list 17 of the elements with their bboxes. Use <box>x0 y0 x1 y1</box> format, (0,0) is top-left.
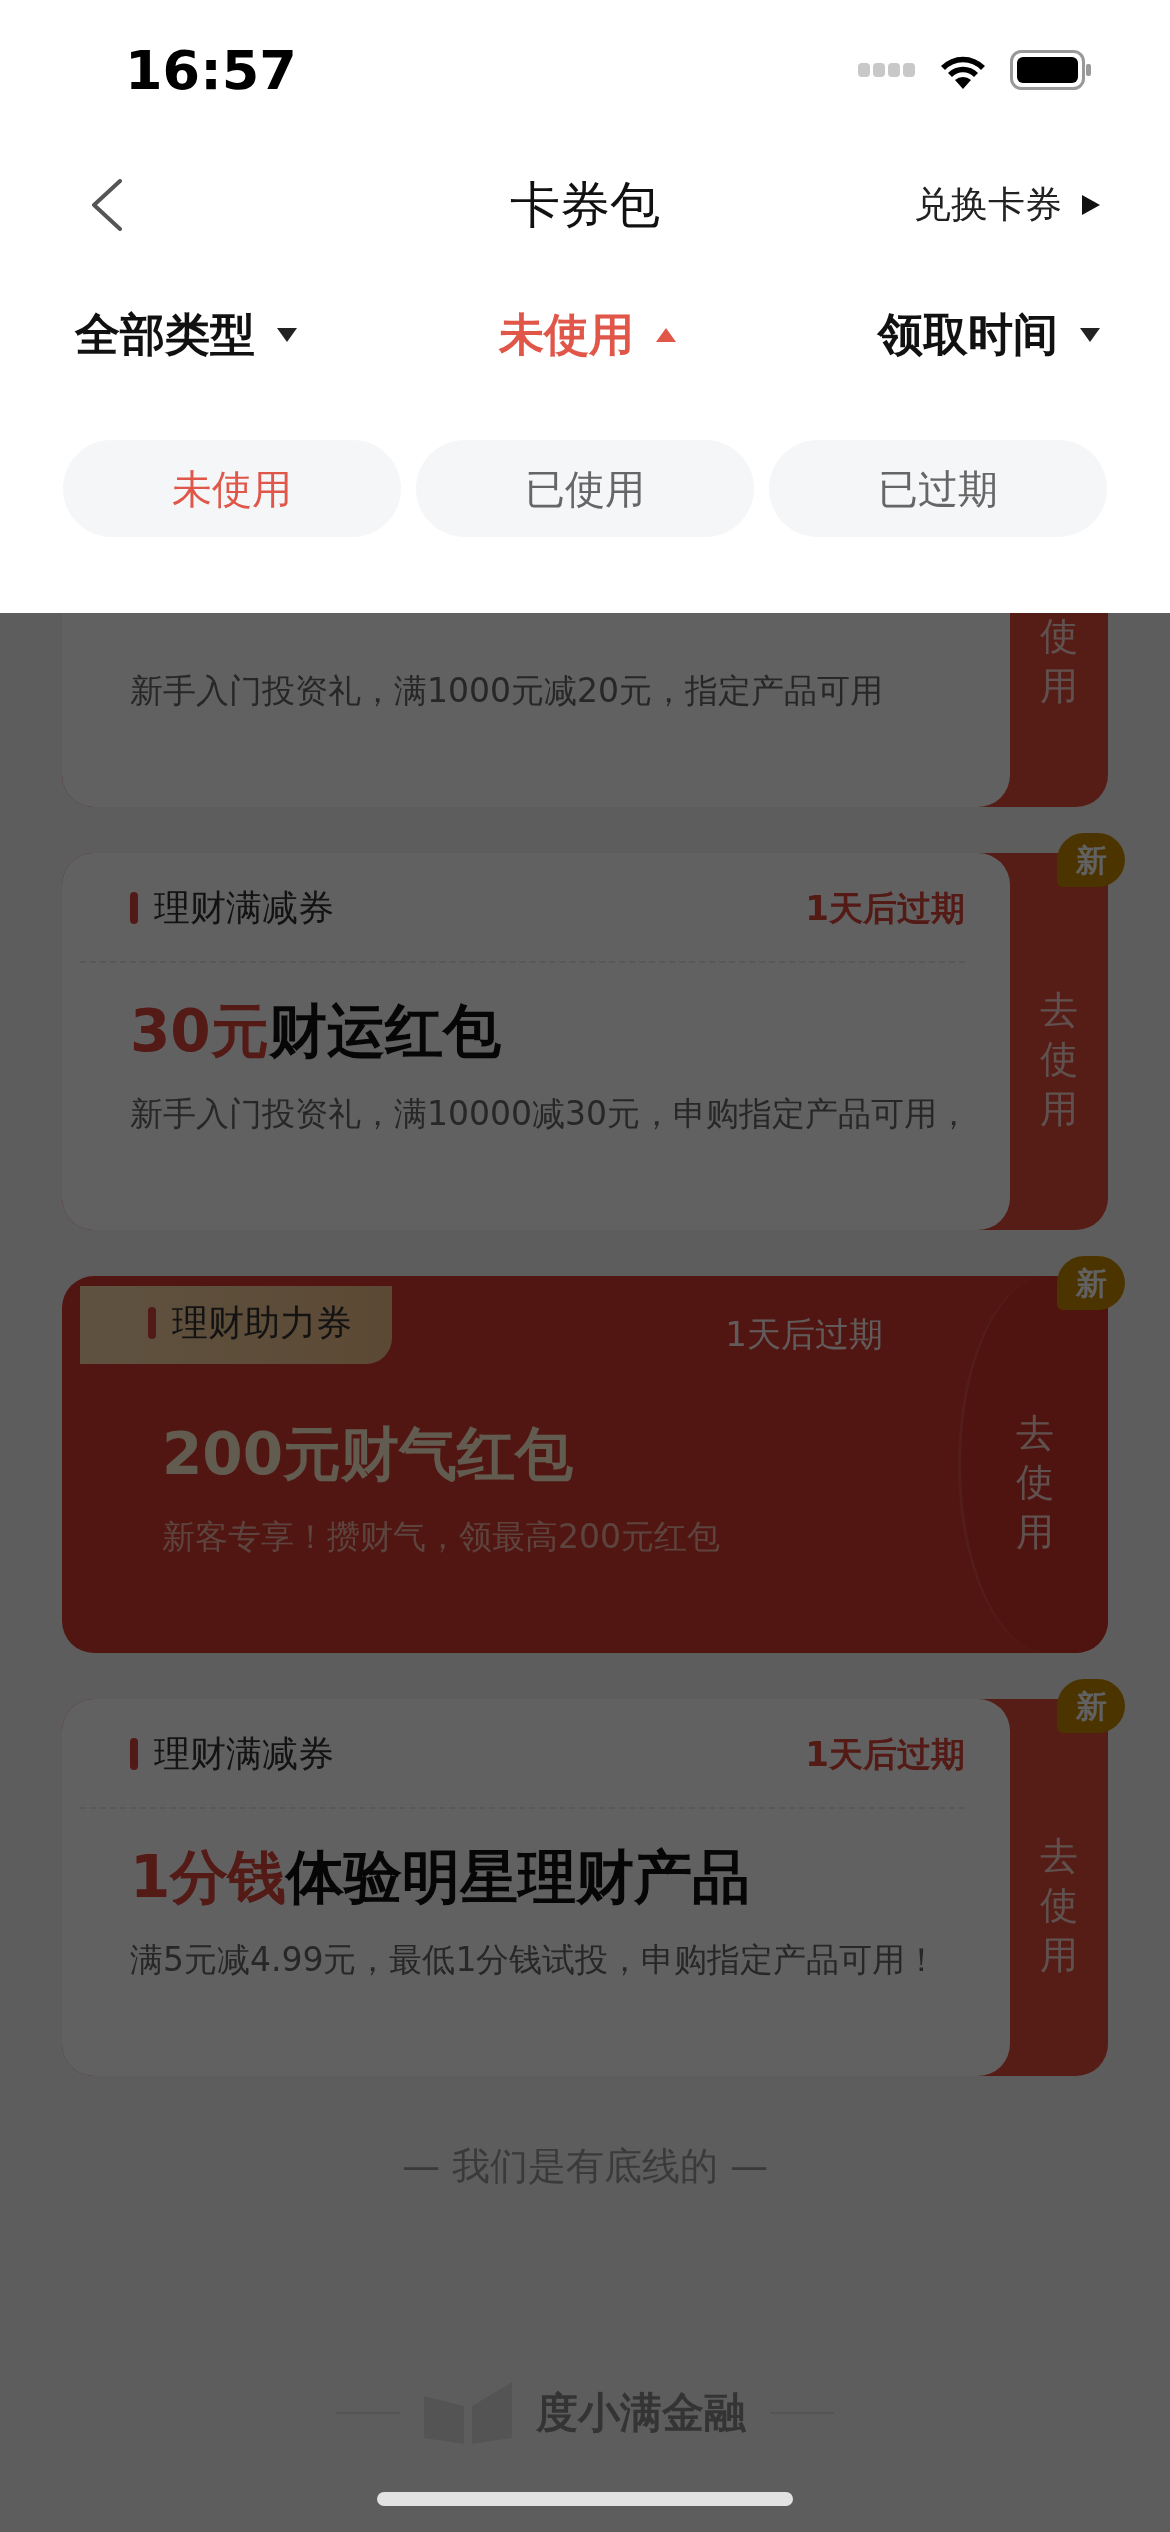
coupon-tag: 理财助力券 <box>172 1296 352 1350</box>
status-time: 16:57 <box>125 37 297 104</box>
expiry-text: 1天后过期 <box>805 1732 965 1776</box>
coupon-title: 30元财运红包 <box>130 995 502 1067</box>
new-badge: 新 <box>1057 833 1125 887</box>
coupon-title: 1分钱体验明星理财产品 <box>130 1841 752 1913</box>
coupon-description: 新手入门投资礼，满1000元减20元，指定产品可用 <box>130 669 884 712</box>
coupon-title: 200元财气红包 <box>161 1418 575 1490</box>
new-badge: 新 <box>1057 1256 1125 1310</box>
expiry-text: 1天后过期 <box>725 1312 883 1356</box>
new-badge: 新 <box>1057 1679 1125 1733</box>
coupon-tag: 理财满减券 <box>154 881 334 935</box>
coupon-description: 新手入门投资礼，满10000减30元，申购指定产品可用， <box>130 1092 971 1135</box>
expiry-text: 1天后过期 <box>805 886 965 930</box>
coupon-description: 满5元减4.99元，最低1分钱试投，申购指定产品可用！ <box>130 1938 940 1981</box>
coupon-tag: 理财满减券 <box>154 1727 334 1781</box>
page-title: 卡券包 <box>510 174 660 236</box>
